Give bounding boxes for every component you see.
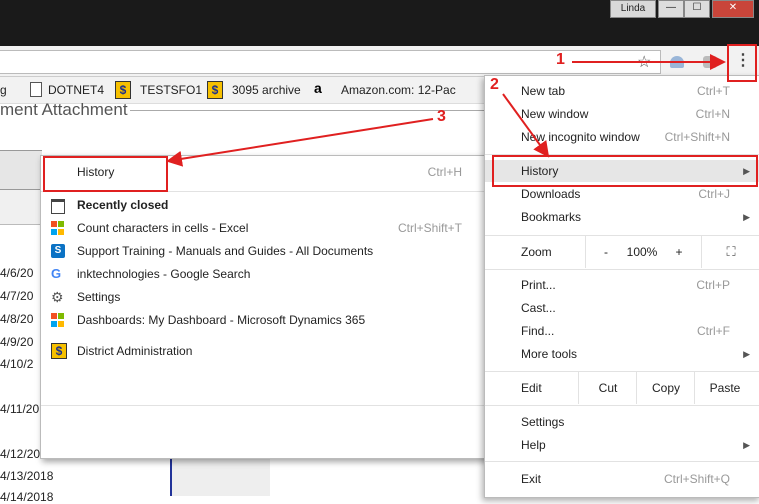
annotation-arrows bbox=[166, 54, 726, 167]
annotation-arrow bbox=[502, 93, 550, 158]
annotation-arrow bbox=[166, 118, 434, 167]
